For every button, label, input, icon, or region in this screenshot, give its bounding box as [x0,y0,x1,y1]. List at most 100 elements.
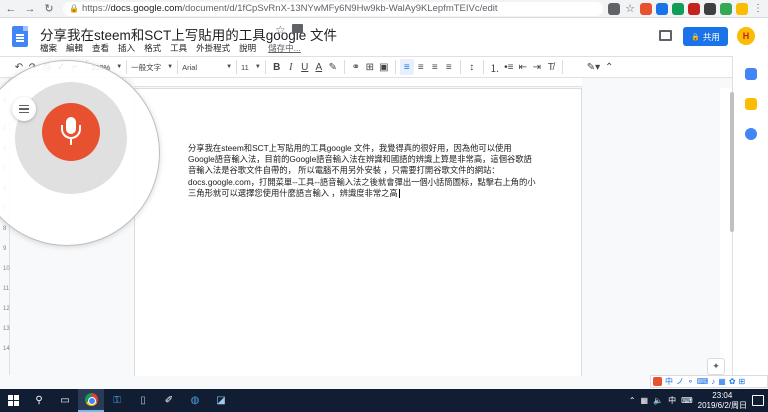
chrome-taskbar-icon[interactable] [78,389,104,412]
avatar[interactable]: H [737,27,755,45]
tasks-icon[interactable] [745,128,757,140]
input-language[interactable]: 中 [668,395,676,406]
align-center-icon[interactable]: ≡ [414,59,428,75]
font-size-select[interactable]: 11 ▼ [241,63,261,72]
extension-icon[interactable] [688,2,700,15]
ime-logo-icon[interactable] [653,377,662,386]
scrollbar-thumb[interactable] [730,92,734,232]
menu-edit[interactable]: 編輯 [66,42,83,54]
file-icon[interactable]: ▯ [130,389,156,412]
ime-item[interactable]: ノ [676,376,684,387]
ime-item[interactable]: 中 [665,376,673,387]
align-left-icon[interactable]: ≡ [399,59,414,75]
share-button[interactable]: 🔒 共用 [683,27,728,46]
document-outline-button[interactable] [12,97,36,121]
address-bar[interactable]: 🔒 https://docs.google.com/document/d/1fC… [63,1,603,16]
clock[interactable]: 23:04 2019/6/2/周日 [698,391,747,411]
menu-view[interactable]: 查看 [92,42,109,54]
bulleted-list-icon[interactable]: •≡ [502,59,516,75]
url-path: /document/d/1fCpSvRnX-13NYwMFy6N9Hw9kb-W… [182,3,498,14]
ime-item[interactable]: ✿ [729,377,736,386]
menu-help[interactable]: 說明 [239,42,256,54]
folder-icon[interactable] [292,24,303,33]
menu-tools[interactable]: 工具 [170,42,187,54]
numbered-list-icon[interactable]: ⒈ [488,59,502,75]
ruler-tick: 9 [3,246,7,252]
ime-item[interactable]: ⚬ [687,377,694,386]
keyboard-icon[interactable]: ⌨ [681,396,693,405]
increase-indent-icon[interactable]: ⇥ [530,59,544,75]
menu-file[interactable]: 檔案 [40,42,57,54]
reload-icon[interactable]: ↻ [41,1,57,17]
decrease-indent-icon[interactable]: ⇤ [516,59,530,75]
network-icon[interactable]: ▦ [641,396,649,405]
back-icon[interactable]: ← [3,1,19,17]
align-right-icon[interactable]: ≡ [428,59,442,75]
volume-icon[interactable]: 🔈 [653,396,663,405]
ime-item[interactable]: ⌨ [697,377,709,386]
extension-icon[interactable] [704,2,716,15]
voice-typing-mic-button[interactable] [42,103,100,161]
menu-format[interactable]: 格式 [144,42,161,54]
align-justify-icon[interactable]: ≡ [442,59,456,75]
bookmark-star-icon[interactable]: ☆ [624,3,636,15]
extension-icon[interactable] [640,2,652,15]
highlight-icon[interactable]: ✎ [326,59,340,75]
extension-icon[interactable] [656,2,668,15]
task-view-icon[interactable]: ▭ [52,389,78,412]
line-spacing-icon[interactable]: ↕ [465,59,479,75]
font-select[interactable]: Arial ▼ [182,63,232,72]
system-tray: ⌃ ▦ 🔈 中 ⌨ 23:04 2019/6/2/周日 [629,391,768,411]
menu-addons[interactable]: 外掛程式 [196,42,230,54]
font-size-value: 11 [241,62,249,72]
style-select[interactable]: 一般文字 ▼ [131,62,173,73]
ruler-tick: 12 [3,306,10,312]
italic-button[interactable]: I [284,59,298,75]
ime-item[interactable]: ▦ [718,377,726,386]
show-hidden-icons-icon[interactable]: ⌃ [629,396,636,405]
clear-formatting-icon[interactable]: T̸ [544,59,558,75]
pinned-app-icon[interactable]: ◍ [182,389,208,412]
explore-icon[interactable]: ✦ [707,358,725,375]
ime-item[interactable]: ⊞ [739,377,746,386]
profile-icon[interactable] [736,2,748,15]
url-host: docs.google.com [110,3,183,14]
text-cursor [398,189,400,199]
image-icon[interactable]: ▣ [377,59,391,75]
bold-button[interactable]: B [270,59,284,75]
editing-mode-icon[interactable]: ✎▾ [585,59,602,75]
add-comment-icon[interactable]: ⊞ [363,59,377,75]
underline-button[interactable]: U [298,59,312,75]
url-scheme: https:// [82,3,111,14]
docs-logo-icon[interactable] [12,26,28,47]
more-menu-icon[interactable]: ⋮ [752,3,764,15]
notification-icon[interactable] [752,395,764,406]
text-color-button[interactable]: A [312,59,326,75]
clock-date: 2019/6/2/周日 [697,400,747,410]
collapse-menus-icon[interactable]: ⌃ [602,59,616,75]
menu-insert[interactable]: 插入 [118,42,135,54]
lock-icon: 🔒 [691,33,700,41]
ime-item[interactable]: ♪ [711,377,715,386]
pinned-app-icon[interactable]: ◪ [208,389,234,412]
comment-icon[interactable] [659,30,672,41]
document-page[interactable] [134,88,582,376]
taskbar: ⚲ ▭ ⚿ ▯ ✐ ◍ ◪ ⌃ ▦ 🔈 中 ⌨ 23:04 2019/6/2/周… [0,389,768,412]
extension-icon[interactable] [672,2,684,15]
cast-icon[interactable] [608,2,620,15]
document-body[interactable]: 分享我在steem和SCT上写貼用的工具google 文件，我覺得真的很好用，因… [188,143,536,199]
horizontal-ruler[interactable] [134,78,582,87]
star-icon[interactable]: ☆ [275,23,286,37]
save-status: 儲存中... [268,43,301,53]
app-icon[interactable]: ⚿ [104,389,130,412]
forward-icon[interactable]: → [22,1,38,17]
pinned-app-icon[interactable]: ✐ [156,389,182,412]
menu-bar: 檔案 編輯 查看 插入 格式 工具 外掛程式 說明 儲存中... [40,42,301,54]
link-icon[interactable]: ⚭ [349,59,363,75]
lock-icon: 🔒 [69,4,79,13]
keep-icon[interactable] [745,98,757,110]
windows-start-icon[interactable] [0,389,26,412]
search-icon[interactable]: ⚲ [26,389,52,412]
calendar-icon[interactable] [745,68,757,80]
extension-icon[interactable] [720,2,732,15]
